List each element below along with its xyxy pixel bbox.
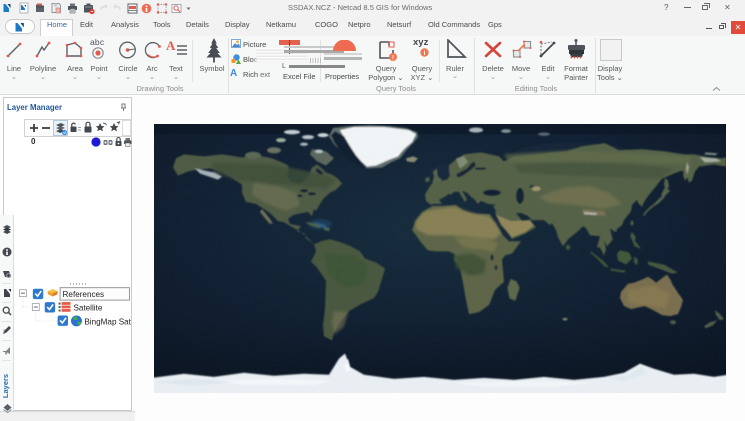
svg-text:References: References — [63, 290, 105, 299]
svg-text:!: ! — [392, 56, 394, 62]
svg-text:i: i — [424, 50, 426, 57]
svg-text:Satellite: Satellite — [73, 304, 102, 313]
svg-text:BingMap Satellite I: BingMap Satellite I — [84, 317, 131, 326]
